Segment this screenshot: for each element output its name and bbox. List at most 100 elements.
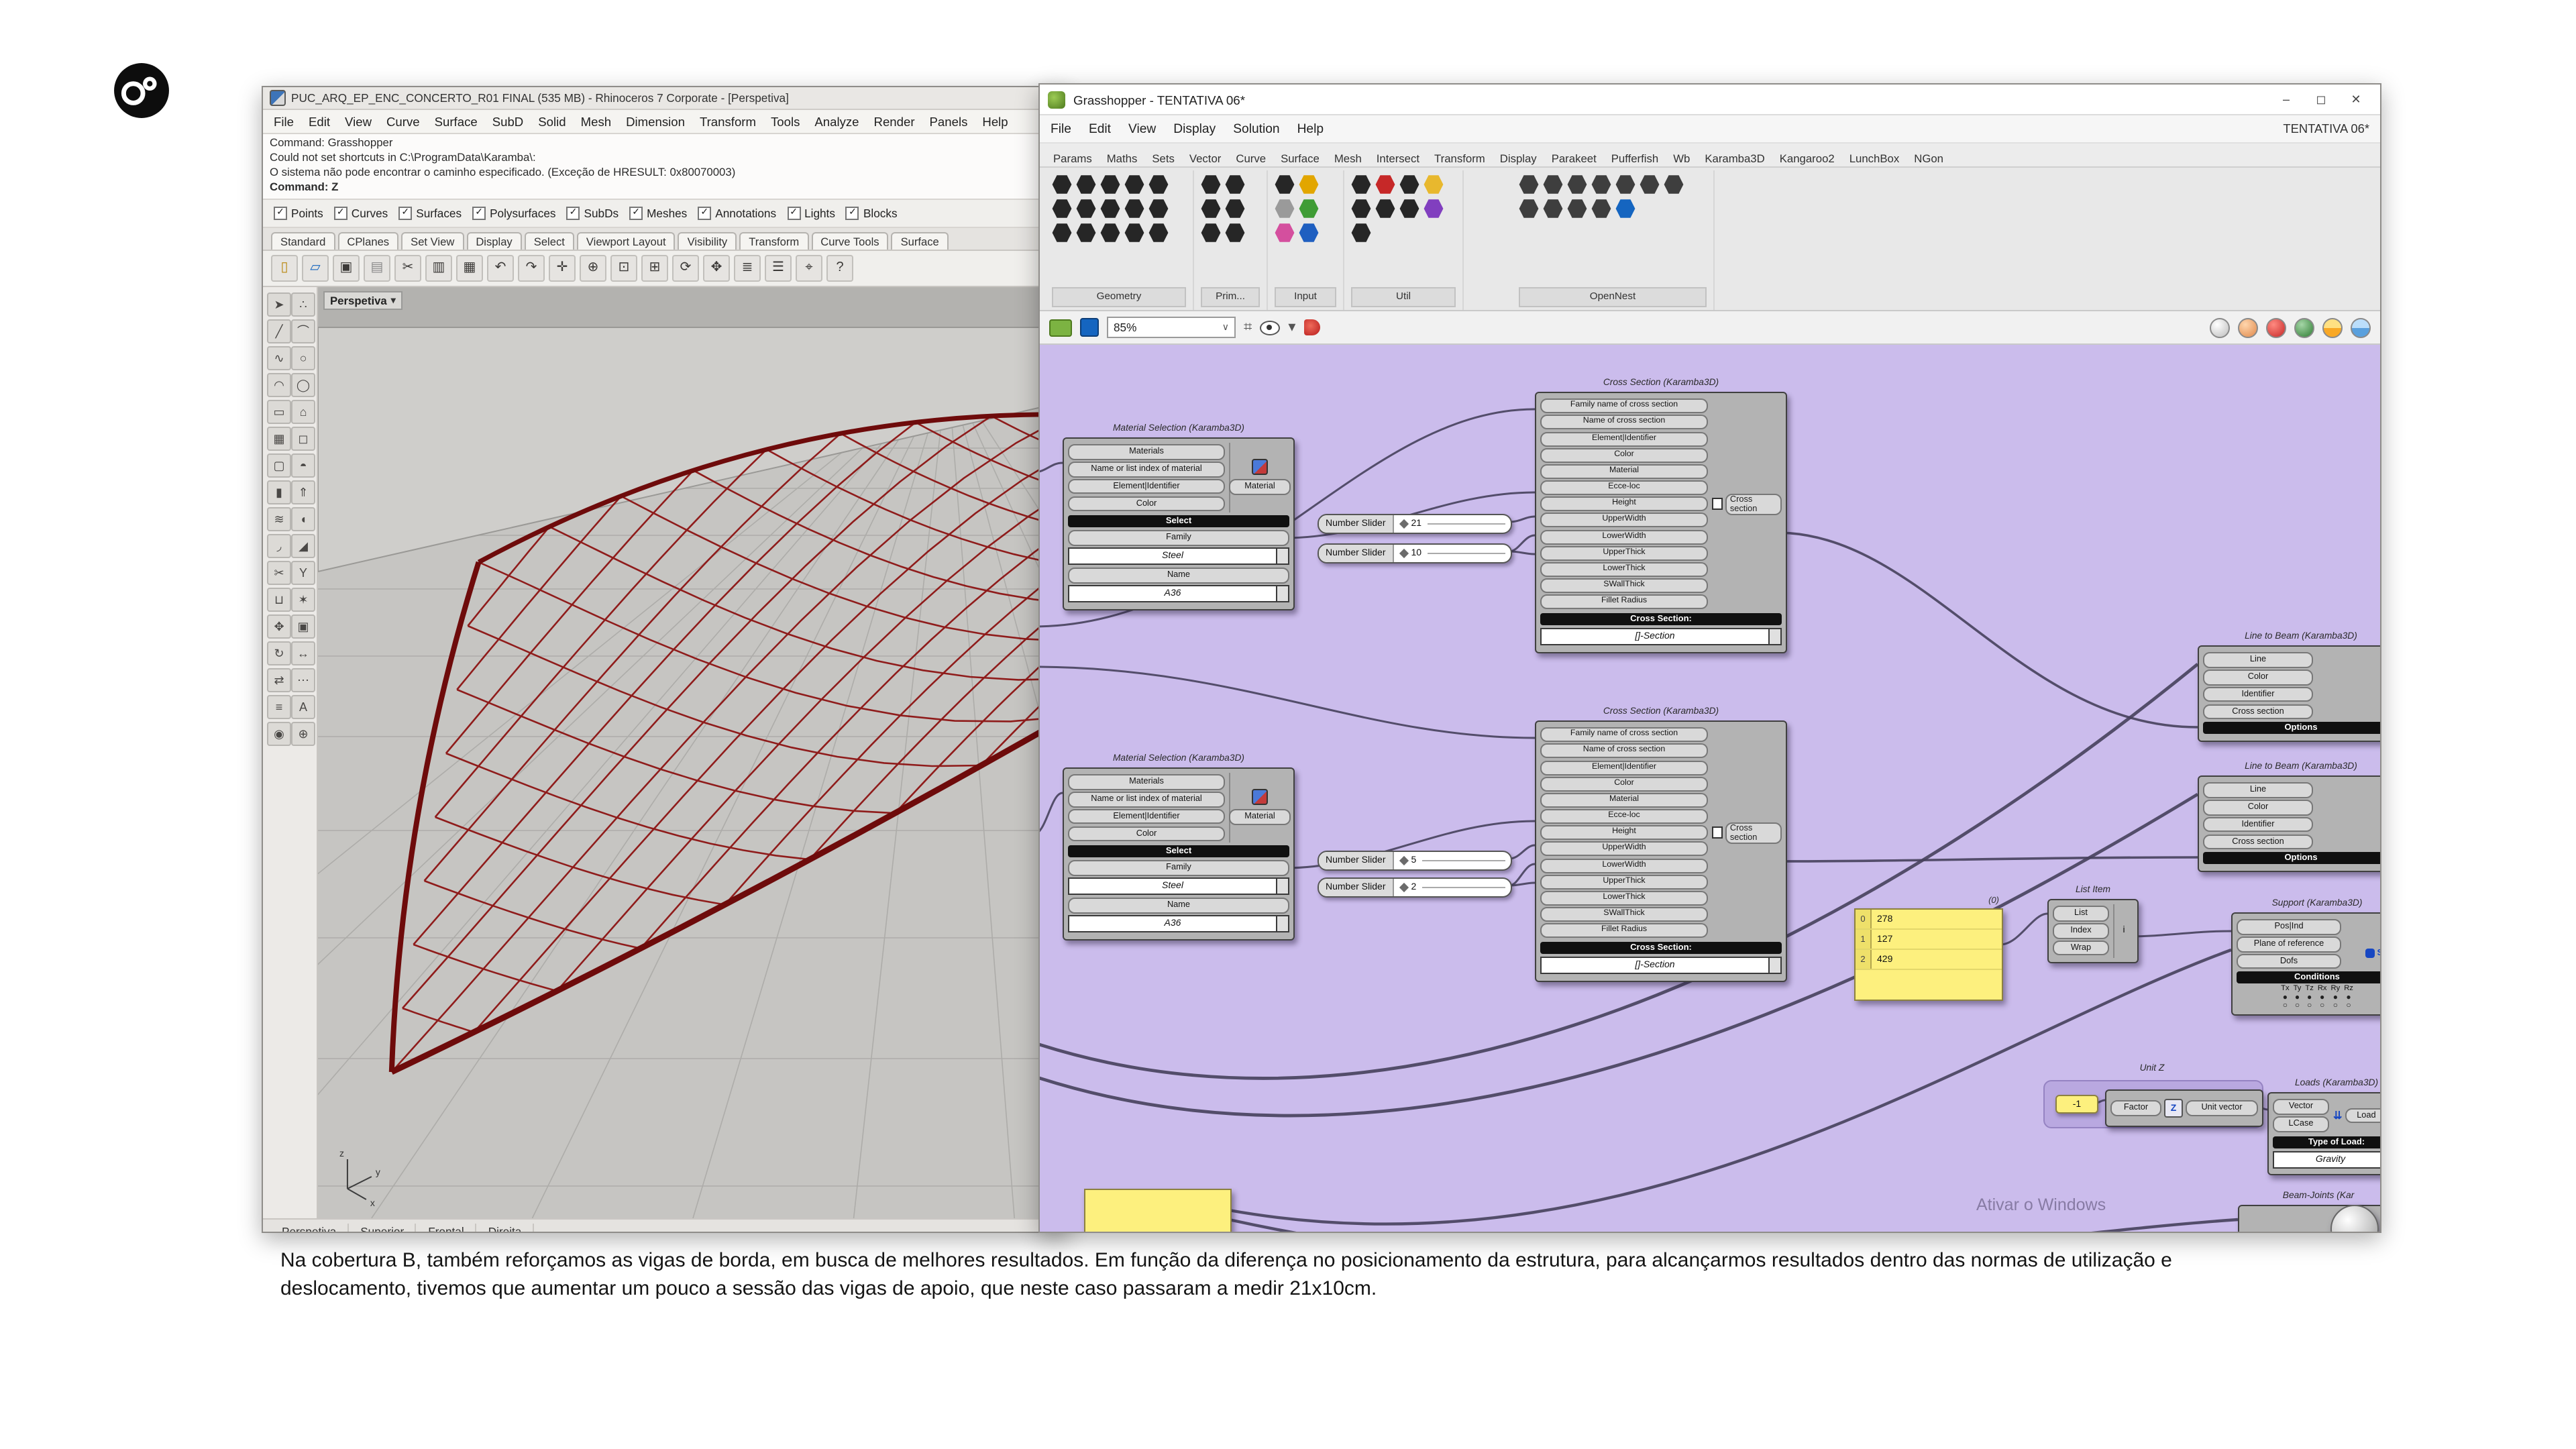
extrude-tool[interactable]: ⇑ [291, 480, 315, 504]
toolbar-tab[interactable]: CPlanes [337, 232, 398, 250]
node-cross-section-2[interactable]: Cross Section (Karamba3D) Family name of… [1535, 720, 1787, 982]
zoom-window-icon[interactable]: ⊡ [610, 255, 637, 282]
slider-grip[interactable] [1399, 519, 1408, 529]
osnap-checkbox[interactable]: ✓ Curves [334, 207, 388, 220]
section-family-field[interactable]: []-Section [1540, 957, 1782, 975]
component-icon[interactable] [1351, 174, 1371, 195]
component-icon[interactable] [1100, 174, 1120, 195]
node-material-selection-1[interactable]: Material Selection (Karamba3D) Materials… [1063, 437, 1295, 610]
component-icon[interactable] [1275, 199, 1295, 219]
open-document-icon[interactable] [1049, 319, 1072, 336]
component-icon[interactable] [1201, 199, 1221, 219]
gh-menu-item[interactable]: View [1128, 121, 1156, 136]
explode-tool[interactable]: ✶ [291, 588, 315, 612]
node-input[interactable]: Cross section [2203, 834, 2313, 849]
node-input[interactable]: Ecce-loc [1540, 809, 1708, 824]
component-category-tab[interactable]: Intersect [1370, 150, 1426, 166]
preview-eye-icon[interactable] [1260, 320, 1280, 335]
node-input[interactable]: SWallThick [1540, 578, 1708, 593]
scale-tool[interactable]: ↔ [291, 641, 315, 665]
number-slider-2[interactable]: Number Slider 2 [1318, 877, 1512, 898]
rhino-menu-item[interactable]: Edit [309, 115, 330, 128]
radio-empty-icon[interactable]: ○ [2333, 1002, 2338, 1010]
slider-track[interactable] [1421, 860, 1505, 861]
rhino-menu-item[interactable]: Tools [771, 115, 800, 128]
toolbar-tab[interactable]: Standard [271, 232, 335, 250]
node-input[interactable]: SWallThick [1540, 907, 1708, 922]
node-input[interactable]: Index [2053, 923, 2109, 938]
gh-menu-item[interactable]: Help [1297, 121, 1324, 136]
line-tool[interactable]: ╱ [267, 319, 291, 343]
viewport-tab[interactable]: Superior [350, 1224, 416, 1233]
node-input[interactable]: Wrap [2053, 941, 2109, 956]
display-mode-icon[interactable] [2322, 317, 2343, 337]
component-icon[interactable] [1567, 174, 1587, 195]
node-line-to-beam-2[interactable]: Line to Beam (Karamba3D) LineColorIdenti… [2198, 775, 2380, 872]
node-input[interactable]: List [2053, 906, 2109, 921]
revolve-tool[interactable]: ◖ [291, 507, 315, 531]
expand-button[interactable] [1768, 959, 1780, 973]
plane-tool[interactable]: ◻ [291, 427, 315, 451]
section-header[interactable]: Options [2203, 852, 2380, 864]
component-category-tab[interactable]: Params [1046, 150, 1099, 166]
node-output[interactable]: Cross section [1726, 493, 1782, 515]
component-icon[interactable] [1375, 199, 1395, 219]
rhino-menu-item[interactable]: Render [874, 115, 915, 128]
component-icon[interactable] [1299, 223, 1319, 243]
join-tool[interactable]: ⊔ [267, 588, 291, 612]
gh-menu-item[interactable]: Display [1173, 121, 1216, 136]
redo-icon[interactable]: ↷ [518, 255, 545, 282]
component-icon[interactable] [1225, 199, 1245, 219]
component-icon[interactable] [1591, 199, 1611, 219]
rotate-tool[interactable]: ↻ [267, 641, 291, 665]
node-input[interactable]: Factor [2110, 1100, 2161, 1116]
node-unit-vector[interactable]: Factor Z Unit vector [2105, 1089, 2263, 1127]
node-input[interactable]: Material [1540, 464, 1708, 479]
node-input[interactable]: Vector [2273, 1099, 2329, 1114]
zoom-dynamic-icon[interactable]: ⊕ [580, 255, 606, 282]
expand-button[interactable] [1276, 549, 1288, 564]
gh-canvas[interactable]: Unit Z Material Selection (Karamba3D) Ma… [1040, 345, 2380, 1233]
node-input[interactable]: LowerWidth [1540, 529, 1708, 544]
dof-toggle[interactable]: Ty ● ○ [2294, 987, 2302, 1010]
radio-empty-icon[interactable]: ○ [2295, 1002, 2300, 1010]
ribbon-group-label[interactable]: Input [1275, 287, 1336, 307]
viewport-tab[interactable]: Direita [478, 1224, 534, 1233]
expand-button[interactable] [1276, 879, 1288, 894]
arc-tool[interactable]: ⌒ [291, 319, 315, 343]
circle-tool[interactable]: ○ [291, 346, 315, 370]
component-icon[interactable] [1052, 223, 1072, 243]
viewport-title-chip[interactable]: Perspetiva ▾ [323, 291, 402, 310]
zoom-tool[interactable]: ⊕ [291, 722, 315, 746]
rhino-menu-item[interactable]: File [274, 115, 294, 128]
number-slider-10[interactable]: Number Slider 10 [1318, 543, 1512, 564]
osnap-checkbox[interactable]: ✓ SubDs [567, 207, 619, 220]
pan-icon[interactable]: ✛ [549, 255, 576, 282]
name-field[interactable]: A36 [1068, 585, 1289, 602]
radio-filled-icon[interactable]: ● [2333, 994, 2338, 1002]
maximize-button[interactable]: ◻ [2305, 88, 2337, 111]
component-category-tab[interactable]: Display [1493, 150, 1544, 166]
component-icon[interactable] [1124, 174, 1144, 195]
toolbar-tab[interactable]: Transform [739, 232, 808, 250]
osnap-checkbox[interactable]: ✓ Blocks [846, 207, 898, 220]
node-input[interactable]: LowerWidth [1540, 858, 1708, 873]
node-loads[interactable]: Loads (Karamba3D) VectorLCase ⇊ Load Typ… [2267, 1092, 2380, 1176]
radio-empty-icon[interactable]: ○ [2346, 1002, 2351, 1010]
mini-number-slider[interactable]: -1 [2055, 1095, 2098, 1114]
node-input[interactable]: Line [2203, 782, 2313, 798]
node-input[interactable]: Name or list index of material [1068, 792, 1225, 807]
copy-icon[interactable]: ▥ [425, 255, 452, 282]
zoom-select[interactable]: 85% ∨ [1107, 317, 1236, 338]
node-list-item[interactable]: List Item ListIndexWrap i [2047, 899, 2139, 963]
component-category-tab[interactable]: Parakeet [1545, 150, 1603, 166]
toolbar-tab[interactable]: Select [525, 232, 574, 250]
chevron-down-icon[interactable]: ▾ [1288, 320, 1295, 335]
node-input[interactable]: Color [1540, 776, 1708, 791]
node-output[interactable]: Load [2345, 1108, 2380, 1123]
node-input[interactable]: Element|Identifier [1068, 809, 1225, 824]
help-icon[interactable]: ? [826, 255, 853, 282]
array-tool[interactable]: ⋯ [291, 668, 315, 692]
properties-icon[interactable]: ☰ [765, 255, 792, 282]
new-file-icon[interactable]: ▯ [271, 255, 298, 282]
